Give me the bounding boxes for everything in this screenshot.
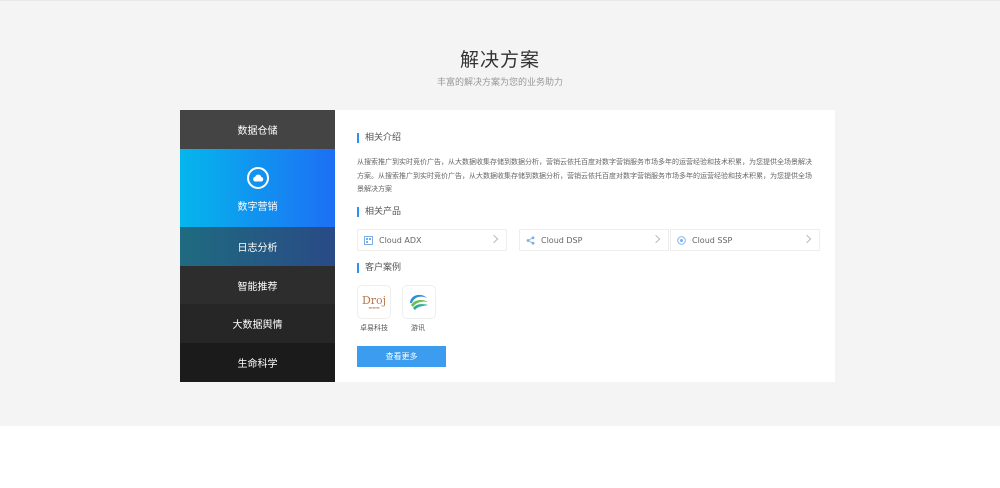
solution-content: 相关介绍 从搜索推广到实时竞价广告，从大数据收集存储到数据分析，营销云依托百度对…: [335, 110, 835, 382]
target-icon: [677, 235, 686, 245]
menu-item-label: 智能推荐: [237, 281, 278, 293]
menu-item-label: 日志分析: [237, 243, 278, 254]
cloud-icon: [246, 167, 269, 189]
solutions-section: 解决方案 丰富的解决方案为您的业务助力 数据仓储 数字营销 日志分析 智能推荐: [0, 0, 1000, 426]
product-cloud-adx[interactable]: Cloud ADX: [357, 229, 507, 251]
product-label: Cloud ADX: [379, 235, 422, 245]
grid-icon: [364, 235, 373, 245]
cases-heading: 客户案例: [357, 263, 401, 273]
product-cloud-dsp[interactable]: Cloud DSP: [519, 229, 669, 251]
menu-item-label: 数据仓储: [237, 126, 278, 137]
section-subtitle: 丰富的解决方案为您的业务助力: [436, 78, 563, 88]
product-label: Cloud SSP: [692, 235, 733, 245]
intro-text: 从搜索推广到实时竞价广告，从大数据收集存储到数据分析，营销云依托百度对数字营销服…: [357, 158, 812, 193]
menu-item-big-data-opinion[interactable]: 大数据舆情: [180, 304, 335, 343]
case-label: 游讯: [411, 324, 425, 332]
product-cloud-ssp[interactable]: Cloud SSP: [670, 229, 820, 251]
menu-item-digital-marketing[interactable]: 数字营销: [180, 149, 335, 227]
product-label: Cloud DSP: [541, 235, 583, 245]
view-more-button[interactable]: 查看更多: [357, 346, 446, 367]
section-title: 解决方案: [459, 49, 540, 71]
case-logo-youxun[interactable]: [402, 285, 436, 319]
menu-item-log-analysis[interactable]: 日志分析: [180, 227, 335, 266]
menu-item-label: 生命科学: [237, 359, 278, 370]
youxun-logo-icon: [410, 294, 428, 310]
chevron-right-icon: [802, 234, 812, 244]
case-logo-zhuoyi[interactable]: Droj ▬▬▬: [357, 285, 391, 319]
solutions-menu: 数据仓储 数字营销 日志分析 智能推荐 大数据舆情 生命科学: [180, 110, 335, 382]
products-heading: 相关产品: [357, 207, 401, 217]
menu-item-smart-recommend[interactable]: 智能推荐: [180, 266, 335, 304]
chevron-right-icon: [651, 234, 661, 244]
solutions-panel: 数据仓储 数字营销 日志分析 智能推荐 大数据舆情 生命科学 相关介绍 从搜索推…: [180, 110, 835, 382]
menu-item-label: 数字营销: [237, 202, 278, 213]
intro-heading: 相关介绍: [357, 133, 401, 143]
share-icon: [526, 235, 535, 245]
menu-item-data-warehouse[interactable]: 数据仓储: [180, 110, 335, 149]
chevron-right-icon: [489, 234, 499, 244]
menu-item-life-science[interactable]: 生命科学: [180, 343, 335, 382]
droj-logo: Droj ▬▬▬: [361, 293, 387, 310]
case-label: 卓易科技: [360, 324, 388, 332]
menu-item-label: 大数据舆情: [232, 320, 283, 331]
